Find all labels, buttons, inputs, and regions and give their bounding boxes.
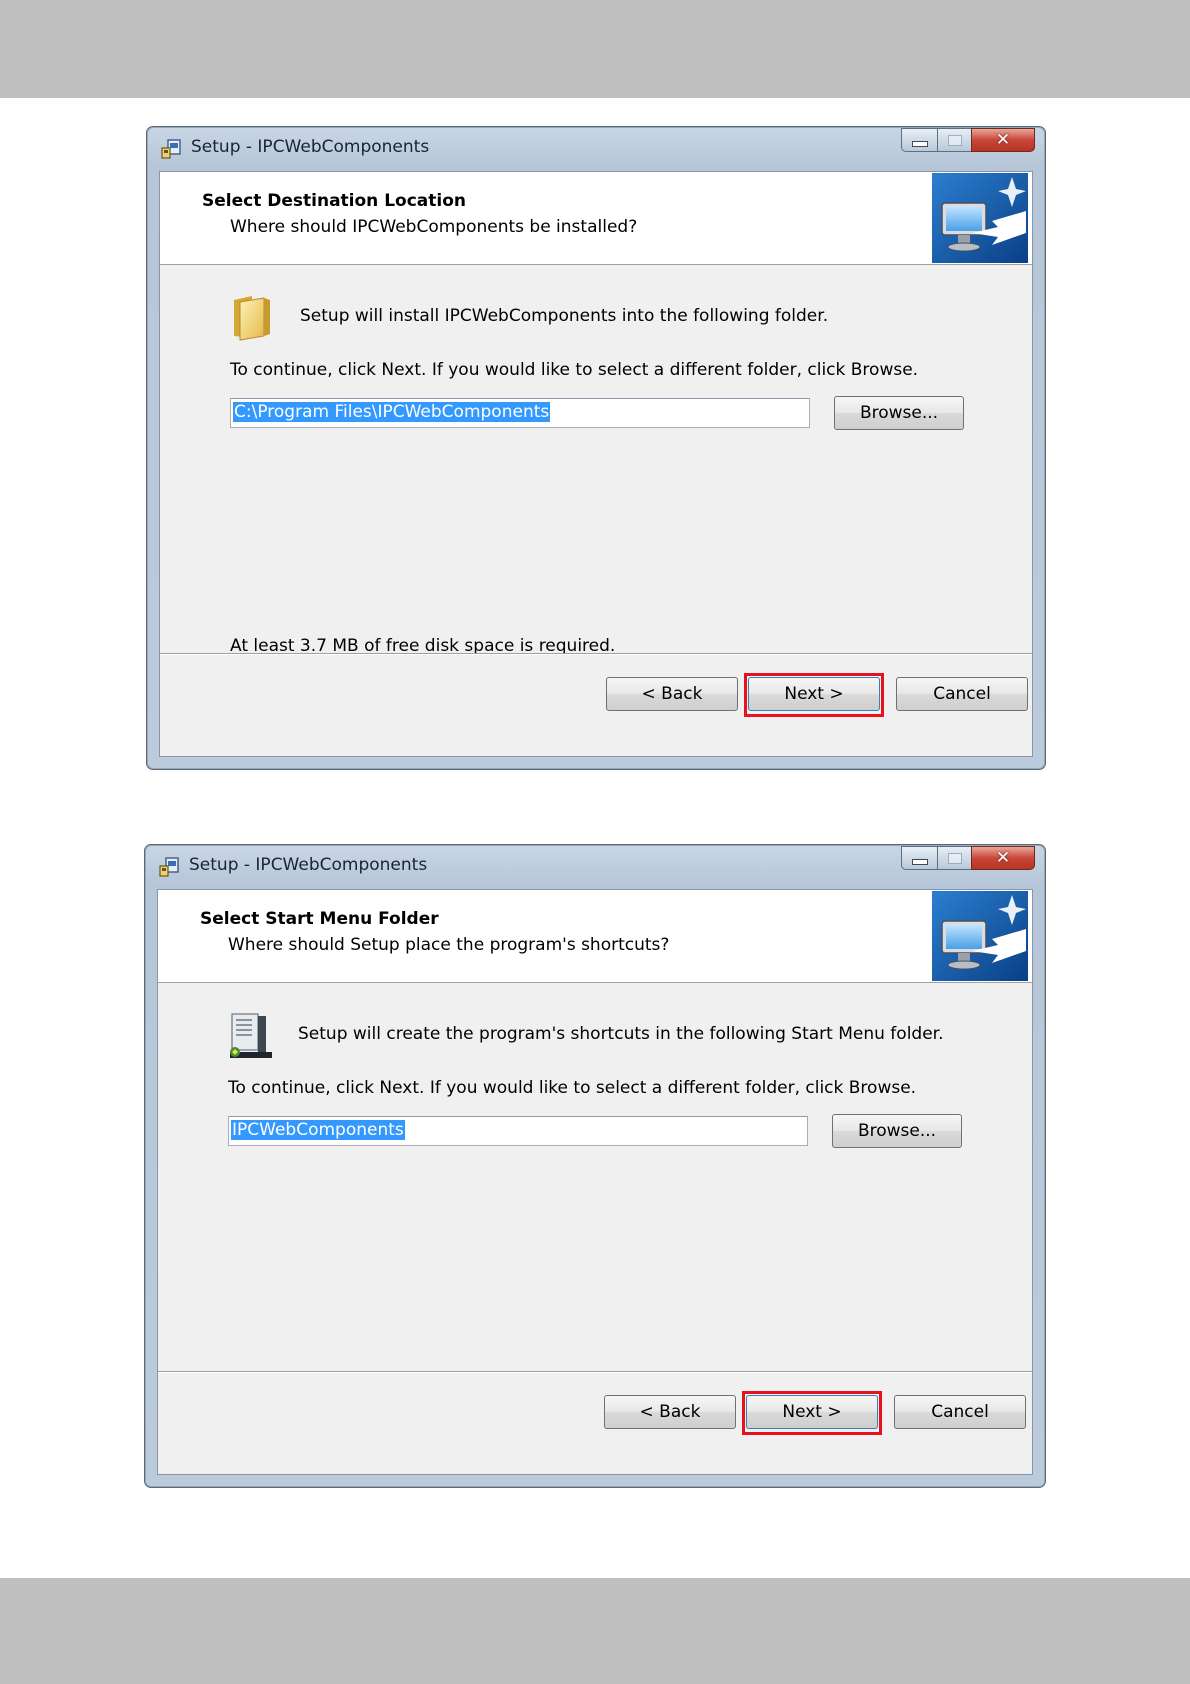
caption-buttons: ✕ [901, 128, 1035, 154]
close-icon: ✕ [995, 847, 1011, 868]
setup-window-destination: Setup - IPCWebComponents ✕ Select Destin… [146, 126, 1046, 770]
wizard-header: Select Start Menu Folder Where should Se… [158, 890, 1032, 983]
back-button[interactable]: < Back [604, 1395, 736, 1429]
destination-path-input[interactable]: C:\Program Files\IPCWebComponents [230, 398, 810, 428]
wizard-footer: < Back Next > Cancel [160, 653, 1032, 756]
intro-text: Setup will create the program's shortcut… [298, 1024, 944, 1044]
setup-window-start-menu: Setup - IPCWebComponents ✕ Select Start … [144, 844, 1046, 1488]
intro-text: Setup will install IPCWebComponents into… [300, 306, 829, 326]
setup-app-icon [159, 857, 179, 877]
folder-icon [234, 296, 270, 341]
continue-instructions: To continue, click Next. If you would li… [230, 360, 919, 380]
close-button[interactable]: ✕ [971, 846, 1035, 870]
close-icon: ✕ [995, 129, 1011, 150]
close-button[interactable]: ✕ [971, 128, 1035, 152]
minimize-button[interactable] [901, 846, 937, 870]
continue-instructions: To continue, click Next. If you would li… [228, 1078, 917, 1098]
start-menu-folder-icon [230, 1013, 272, 1058]
setup-wizard-graphic [932, 173, 1028, 263]
minimize-icon [911, 859, 928, 865]
maximize-button[interactable] [937, 128, 971, 152]
cancel-button[interactable]: Cancel [896, 677, 1028, 711]
cancel-button[interactable]: Cancel [894, 1395, 1026, 1429]
page-bottom-band [0, 1578, 1190, 1684]
wizard-header: Select Destination Location Where should… [160, 172, 1032, 265]
page-subtitle: Where should Setup place the program's s… [228, 935, 670, 955]
maximize-button[interactable] [937, 846, 971, 870]
page-subtitle: Where should IPCWebComponents be install… [230, 217, 638, 237]
page-title: Select Destination Location [202, 191, 466, 211]
next-button[interactable]: Next > [746, 1395, 878, 1429]
page-top-band [0, 0, 1190, 98]
caption-buttons: ✕ [901, 846, 1035, 872]
maximize-icon [947, 852, 962, 864]
start-menu-folder-input[interactable]: IPCWebComponents [228, 1116, 808, 1146]
window-title: Setup - IPCWebComponents [189, 855, 428, 875]
next-button[interactable]: Next > [748, 677, 880, 711]
minimize-icon [911, 141, 928, 147]
wizard-client-area: Select Start Menu Folder Where should Se… [157, 889, 1033, 1475]
minimize-button[interactable] [901, 128, 937, 152]
wizard-footer: < Back Next > Cancel [158, 1371, 1032, 1474]
start-menu-folder-value: IPCWebComponents [231, 1120, 405, 1140]
back-button[interactable]: < Back [606, 677, 738, 711]
window-title: Setup - IPCWebComponents [191, 137, 430, 157]
setup-app-icon [161, 139, 181, 159]
maximize-icon [947, 134, 962, 146]
browse-button[interactable]: Browse... [832, 1114, 962, 1148]
wizard-client-area: Select Destination Location Where should… [159, 171, 1033, 757]
browse-button[interactable]: Browse... [834, 396, 964, 430]
setup-wizard-graphic [932, 891, 1028, 981]
destination-path-value: C:\Program Files\IPCWebComponents [233, 402, 551, 422]
page-title: Select Start Menu Folder [200, 909, 439, 929]
